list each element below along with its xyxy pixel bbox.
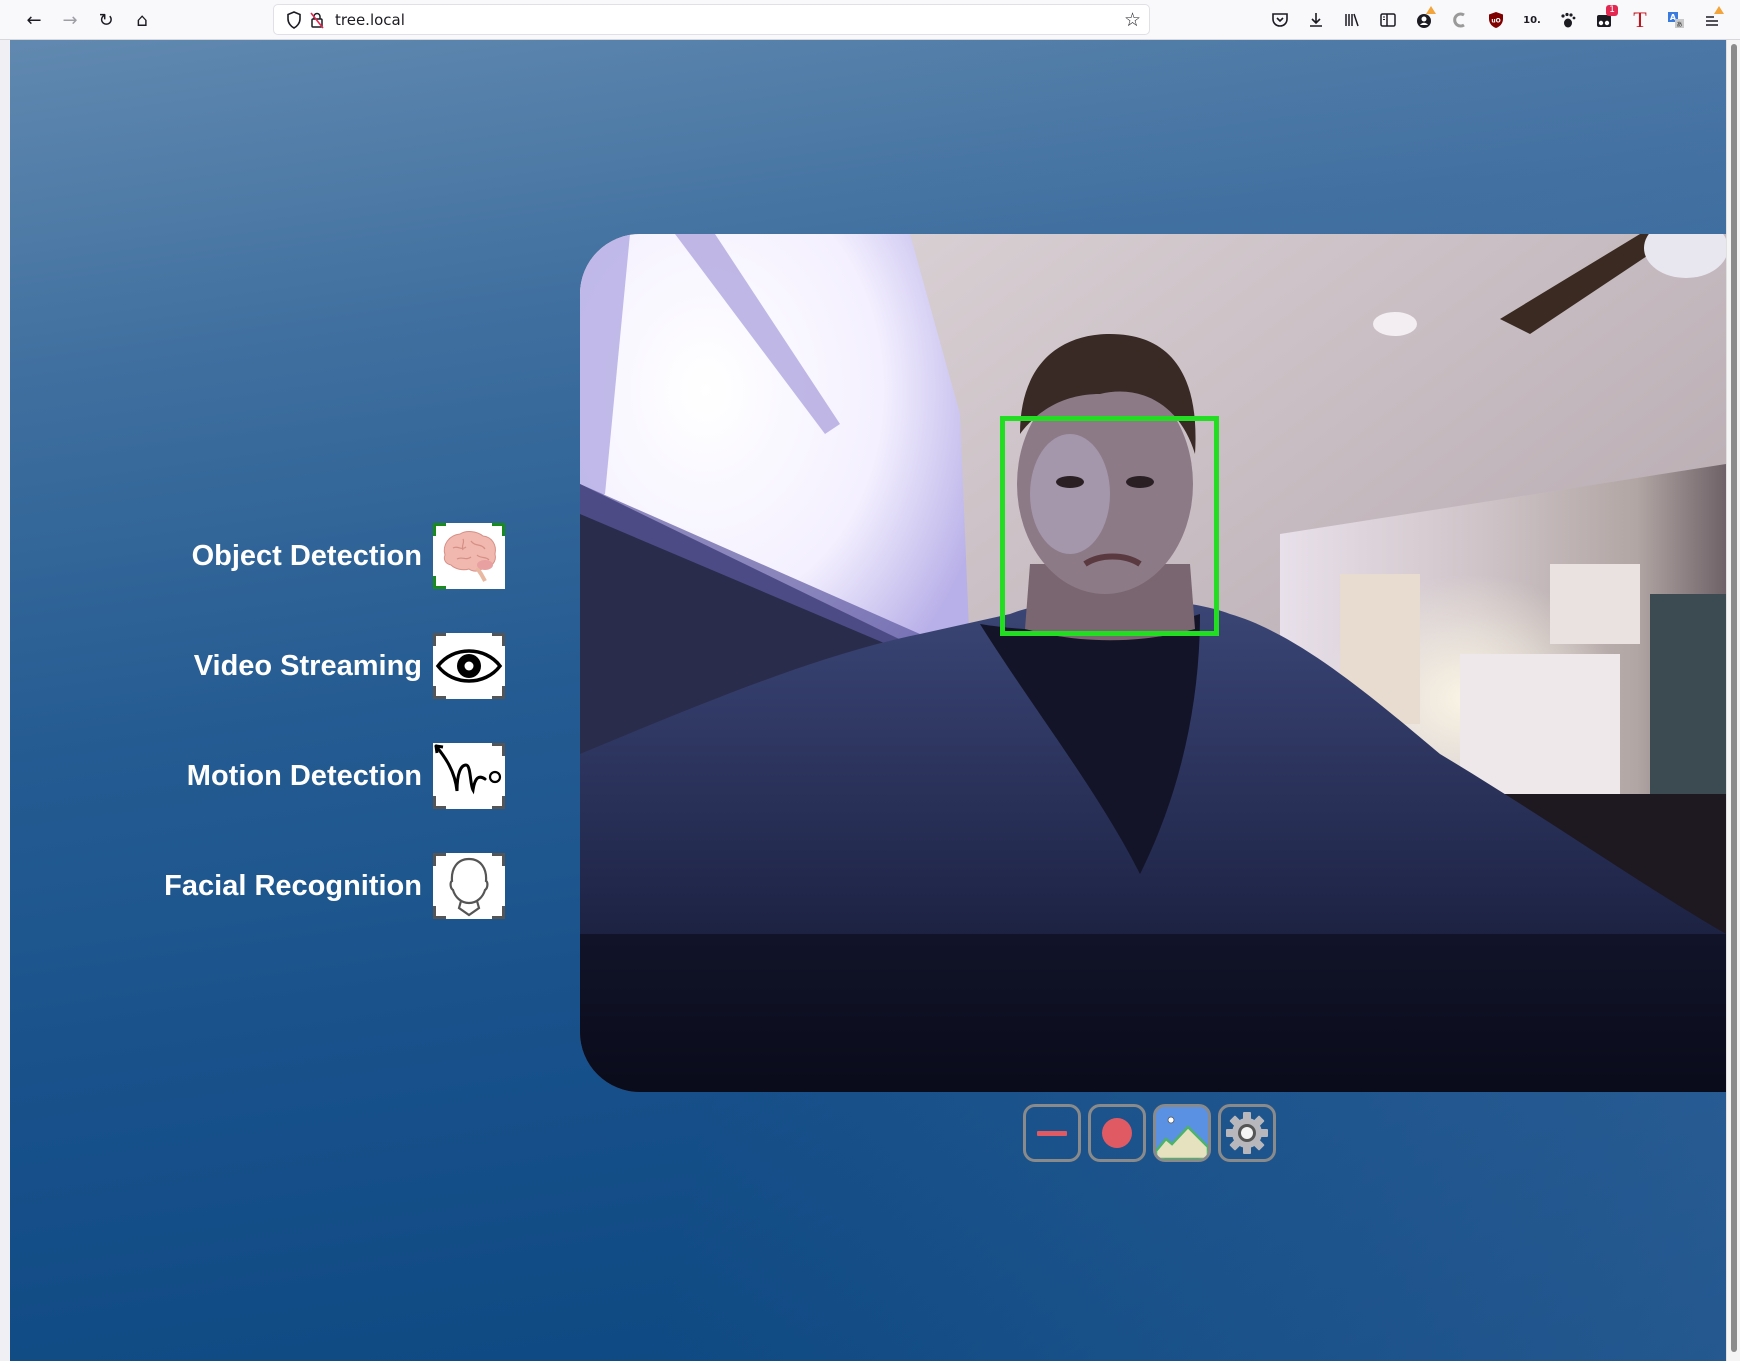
home-icon: ⌂ (136, 9, 148, 31)
sidebar-icon[interactable] (1376, 8, 1400, 32)
update-indicator (1714, 6, 1724, 14)
feature-video-streaming[interactable]: Video Streaming (194, 631, 505, 701)
feature-toggle-facial-recognition[interactable] (433, 853, 505, 919)
reload-button[interactable]: ↻ (92, 6, 120, 34)
record-button[interactable] (1088, 1104, 1146, 1162)
head-icon (449, 857, 489, 917)
feature-label: Object Detection (191, 539, 422, 572)
minimize-button[interactable] (1023, 1104, 1081, 1162)
feature-motion-detection[interactable]: Motion Detection (187, 741, 505, 811)
ublock-icon[interactable]: uO (1484, 8, 1508, 32)
notification-badge: 1 (1606, 5, 1618, 16)
browser-toolbar: ← → ↻ ⌂ tree.local ☆ uO 10. 1 T A あ (0, 0, 1740, 40)
extension-10-icon[interactable]: 10. (1520, 8, 1544, 32)
home-button[interactable]: ⌂ (128, 6, 156, 34)
account-icon[interactable] (1412, 6, 1436, 32)
settings-button[interactable] (1218, 1104, 1276, 1162)
tracking-shield-icon[interactable] (286, 11, 302, 29)
download-icon[interactable] (1304, 8, 1328, 32)
image-icon (1156, 1107, 1208, 1159)
feature-toggle-object-detection[interactable] (433, 523, 505, 589)
extension-footprint-icon[interactable] (1556, 8, 1580, 32)
library-icon[interactable] (1340, 8, 1364, 32)
url-text[interactable]: tree.local (335, 11, 405, 29)
feature-label: Motion Detection (186, 759, 422, 792)
eye-icon (435, 649, 503, 683)
back-button[interactable]: ← (20, 6, 48, 34)
motion-icon (434, 744, 502, 795)
webcam-frame (580, 234, 1726, 1092)
svg-text:uO: uO (1491, 18, 1500, 25)
minus-icon (1037, 1130, 1067, 1136)
feature-toggle-video-streaming[interactable] (433, 633, 505, 699)
feature-label: Video Streaming (193, 649, 422, 682)
feature-label: Facial Recognition (164, 869, 422, 902)
url-bar[interactable]: tree.local ☆ (273, 4, 1150, 35)
extension-t-icon[interactable]: T (1628, 7, 1652, 32)
arrow-right-icon: → (62, 9, 78, 31)
video-stream[interactable] (580, 234, 1726, 1092)
extension-magnet-icon[interactable] (1448, 8, 1472, 32)
record-icon (1102, 1118, 1132, 1148)
bookmark-star-icon[interactable]: ☆ (1124, 9, 1141, 31)
reload-icon: ↻ (98, 9, 114, 31)
pocket-icon[interactable] (1268, 8, 1292, 32)
svg-text:あ: あ (1676, 22, 1682, 29)
forward-button[interactable]: → (56, 6, 84, 34)
gear-icon (1226, 1112, 1268, 1154)
feature-facial-recognition[interactable]: Facial Recognition (164, 851, 505, 921)
scrollbar-thumb[interactable] (1731, 44, 1737, 1352)
arrow-left-icon: ← (26, 9, 42, 31)
menu-icon[interactable] (1700, 6, 1724, 32)
face-detection-box (1000, 416, 1219, 636)
insecure-lock-icon[interactable] (309, 11, 325, 29)
feature-object-detection[interactable]: Object Detection (192, 521, 505, 591)
notification-indicator (1426, 6, 1436, 14)
translate-icon[interactable]: Aあ (1664, 8, 1688, 32)
vertical-scrollbar[interactable] (1726, 40, 1740, 1361)
video-controls (1023, 1104, 1276, 1162)
feature-toggle-motion-detection[interactable] (433, 743, 505, 809)
page-viewport: Object Detection Video Streaming Motion (10, 40, 1726, 1361)
extension-glasses-icon[interactable]: 1 (1592, 5, 1618, 32)
brain-icon (443, 531, 496, 582)
snapshot-button[interactable] (1153, 1104, 1211, 1162)
